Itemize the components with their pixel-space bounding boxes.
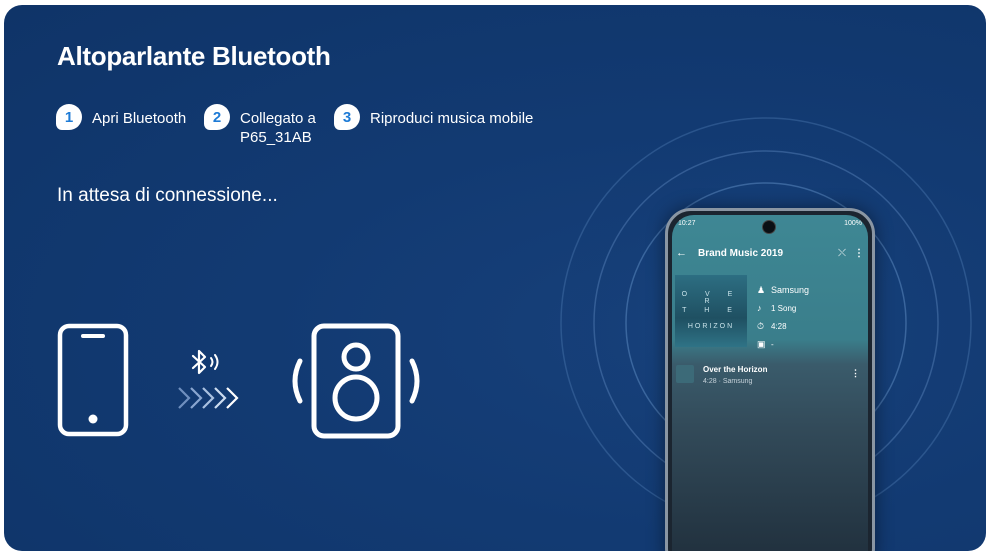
timer-icon: ⏱ [757, 320, 765, 331]
step-label: Apri Bluetooth [92, 110, 187, 127]
battery-level: 100% [844, 220, 862, 227]
step-number-badge: 2 [204, 104, 230, 130]
step-1: 1 Apri Bluetooth [56, 104, 187, 130]
calendar-icon: ▣ [757, 338, 766, 349]
shuffle-icon[interactable]: ⤬ [838, 248, 854, 259]
step-number-badge: 1 [56, 104, 82, 130]
camera-hole [762, 220, 776, 234]
step-2: 2 Collegato a P65_31AB [204, 104, 316, 147]
track-thumbnail [676, 365, 694, 383]
chevrons-right-icon [178, 387, 239, 409]
person-icon: ♟ [757, 284, 766, 295]
album-duration: 4:28 [771, 321, 787, 331]
device-name: P65_31AB [240, 129, 312, 146]
music-note-icon: ♪ [757, 303, 762, 313]
album-meta: ♟ Samsung ♪ 1 Song ⏱ 4:28 ▣ - [757, 281, 809, 353]
artist-name: Samsung [771, 285, 810, 295]
album-date: - [771, 339, 774, 349]
step-number-badge: 3 [334, 104, 360, 130]
connection-status: In attesa di connessione... [57, 185, 278, 206]
more-options-icon[interactable]: ⋮ [854, 248, 864, 259]
song-count: 1 Song [771, 303, 797, 313]
step-label: Collegato a [240, 110, 316, 127]
back-arrow-icon[interactable]: ← [676, 247, 694, 259]
page-title: Altoparlante Bluetooth [57, 41, 331, 71]
app-bar: ← Brand Music 2019 ⤬ ⋮ [676, 245, 864, 261]
album-title: Brand Music 2019 [698, 247, 784, 259]
smartphone-icon [57, 323, 129, 437]
album-art-line: T H E [682, 307, 740, 314]
album-art-line: HORIZON [687, 323, 735, 330]
bluetooth-icon [191, 349, 219, 375]
album-art-line: O V E R [681, 291, 741, 305]
step-3: 3 Riproduci musica mobile [334, 104, 534, 130]
status-time: 10:27 [678, 220, 696, 227]
track-subtitle: 4:28 · Samsung [703, 378, 753, 385]
speaker-icon [292, 323, 420, 439]
album-art: O V E R T H E HORIZON [675, 275, 747, 347]
phone-screen: 10:27 100% ← Brand Music 2019 ⤬ ⋮ O V E … [672, 215, 868, 551]
track-row[interactable]: Over the Horizon 4:28 · Samsung ⋮ [676, 363, 862, 393]
bluetooth-speaker-panel: Altoparlante Bluetooth 1 Apri Bluetooth … [4, 5, 986, 551]
track-name: Over the Horizon [703, 365, 768, 374]
phone-mockup: 10:27 100% ← Brand Music 2019 ⤬ ⋮ O V E … [665, 208, 875, 551]
track-more-icon[interactable]: ⋮ [851, 368, 860, 379]
step-label: Riproduci musica mobile [370, 110, 534, 127]
